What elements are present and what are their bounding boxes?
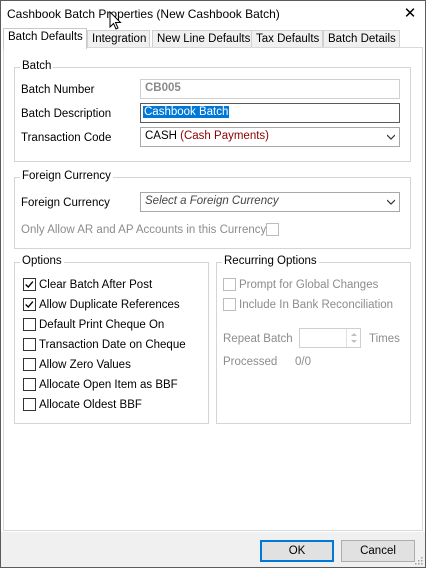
mouse-cursor-icon [109,11,122,30]
prompt-global-changes-checkbox[interactable] [223,278,236,291]
checkmark-icon [25,281,34,289]
recurring-options-group-title: Recurring Options [222,255,319,267]
batch-description-label: Batch Description [21,108,112,120]
clear-batch-label: Clear Batch After Post [39,279,153,291]
transaction-date-cheque-checkbox[interactable] [23,338,36,351]
include-bank-reconciliation-checkbox[interactable] [223,298,236,311]
cancel-button[interactable]: Cancel [341,540,415,562]
times-label: Times [369,333,400,345]
repeat-batch-stepper[interactable] [299,328,361,348]
transaction-code-desc: (Cash Payments) [180,130,269,142]
chevron-down-icon [387,199,395,205]
allow-zero-values-checkbox[interactable] [23,358,36,371]
title-bar[interactable]: Cashbook Batch Properties (New Cashbook … [1,1,425,27]
foreign-currency-placeholder: Select a Foreign Currency [145,195,279,207]
transaction-date-cheque-label: Transaction Date on Cheque [39,339,186,351]
repeat-batch-label: Repeat Batch [223,333,293,345]
chevron-down-icon [387,134,395,140]
batch-number-field: CB005 [140,79,400,99]
only-ar-ap-label: Only Allow AR and AP Accounts in this Cu… [21,224,267,236]
tab-strip: Batch Defaults Integration New Line Defa… [3,28,423,49]
dialog-window: Cashbook Batch Properties (New Cashbook … [0,0,426,568]
transaction-code-dropdown[interactable]: CASH (Cash Payments) [140,127,400,147]
stepper-arrows[interactable] [346,329,360,347]
batch-number-label: Batch Number [21,84,95,96]
default-print-cheque-label: Default Print Cheque On [39,319,165,331]
only-ar-ap-checkbox[interactable] [266,223,279,236]
tab-batch-details[interactable]: Batch Details [323,30,400,48]
processed-label: Processed [223,356,278,368]
default-print-cheque-checkbox[interactable] [23,318,36,331]
tab-new-line-defaults[interactable]: New Line Defaults [152,30,255,48]
foreign-currency-group-title: Foreign Currency [20,170,113,182]
batch-description-input[interactable]: Cashbook Batch [140,103,400,123]
allocate-oldest-bbf-label: Allocate Oldest BBF [39,399,142,411]
tab-panel-batch-defaults: Batch Batch Number CB005 Batch Descripti… [3,47,423,531]
allow-duplicate-references-checkbox[interactable] [23,298,36,311]
foreign-currency-dropdown[interactable]: Select a Foreign Currency [140,192,400,212]
processed-value: 0/0 [295,356,311,368]
foreign-currency-group: Foreign Currency [14,170,411,249]
include-bank-reconciliation-label: Include In Bank Reconciliation [239,299,394,311]
allow-duplicate-references-label: Allow Duplicate References [39,299,180,311]
allocate-oldest-bbf-checkbox[interactable] [23,398,36,411]
transaction-code-value: CASH [145,130,177,142]
ok-button[interactable]: OK [260,540,334,562]
batch-description-selected-text: Cashbook Batch [143,106,230,118]
close-icon[interactable]: ✕ [399,3,421,25]
batch-group-title: Batch [20,60,54,72]
transaction-code-label: Transaction Code [21,132,112,144]
allocate-open-item-label: Allocate Open Item as BBF [39,379,178,391]
tab-batch-defaults[interactable]: Batch Defaults [3,28,87,49]
dialog-footer: OK Cancel [1,532,425,567]
resize-grip-icon[interactable] [413,555,423,565]
options-group-title: Options [20,255,64,267]
window-title: Cashbook Batch Properties (New Cashbook … [7,7,280,21]
tab-integration[interactable]: Integration [87,30,151,48]
prompt-global-changes-label: Prompt for Global Changes [239,279,379,291]
allow-zero-values-label: Allow Zero Values [39,359,131,371]
clear-batch-checkbox[interactable] [23,278,36,291]
foreign-currency-label: Foreign Currency [21,197,110,209]
tab-tax-defaults[interactable]: Tax Defaults [251,30,324,48]
checkmark-icon [25,301,34,309]
allocate-open-item-checkbox[interactable] [23,378,36,391]
stepper-up-down-icon [351,333,357,343]
